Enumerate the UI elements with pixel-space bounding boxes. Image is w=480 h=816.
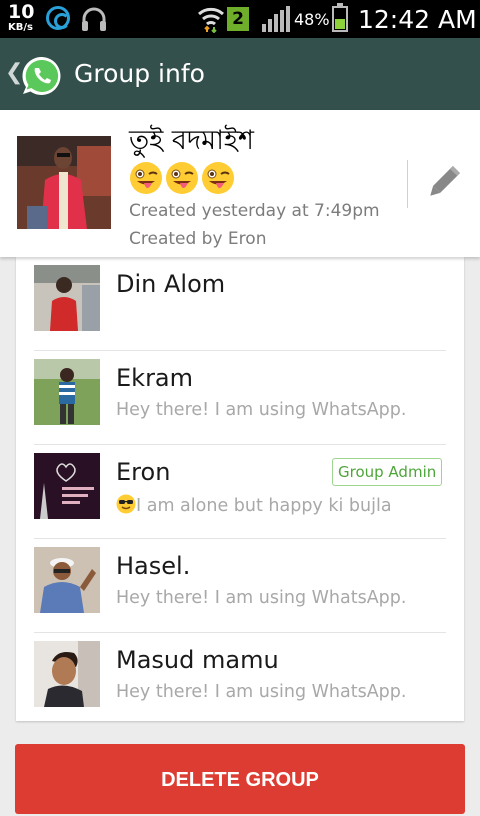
status-bar: 10 KB/s 2 48% 12:42 AM <box>0 0 480 38</box>
list-item[interactable]: Ekram Hey there! I am using WhatsApp. <box>16 351 464 445</box>
signal-icon <box>262 6 292 36</box>
app-notification-icon <box>46 6 70 30</box>
network-speed-value: 10 <box>8 1 35 23</box>
member-status: I am alone but happy ki bujla <box>136 496 392 516</box>
avatar <box>34 547 100 613</box>
member-status: Hey there! I am using WhatsApp. <box>116 588 407 608</box>
network-speed: 10 KB/s <box>8 3 34 33</box>
group-header: তুই বদমাইশ Created yesterday at 7:49pm C… <box>0 110 480 257</box>
member-status: Hey there! I am using WhatsApp. <box>116 682 407 702</box>
action-bar: ❮ Group info <box>0 38 480 110</box>
member-name: Din Alom <box>116 270 226 298</box>
clock: 12:42 AM <box>358 5 477 34</box>
group-name-emojis <box>129 161 237 197</box>
network-speed-unit: KB/s <box>8 22 33 33</box>
list-item[interactable]: Masud mamu Hey there! I am using WhatsAp… <box>16 633 464 727</box>
avatar <box>34 265 100 331</box>
tongue-wink-emoji-icon <box>201 161 235 199</box>
edit-group-button[interactable] <box>418 158 468 208</box>
headphones-icon <box>80 6 108 36</box>
member-name: Eron <box>116 458 171 486</box>
member-name: Masud mamu <box>116 646 279 674</box>
avatar <box>34 359 100 425</box>
group-admin-badge: Group Admin <box>332 458 443 486</box>
avatar <box>34 453 100 519</box>
battery-icon <box>332 3 348 32</box>
member-status: Hey there! I am using WhatsApp. <box>116 400 407 420</box>
pencil-icon <box>418 166 468 212</box>
tongue-wink-emoji-icon <box>129 161 163 199</box>
list-item[interactable]: Hasel. Hey there! I am using WhatsApp. <box>16 539 464 633</box>
divider <box>407 160 408 208</box>
whatsapp-logo-icon[interactable] <box>20 54 64 102</box>
group-photo[interactable] <box>17 136 111 229</box>
battery-percent: 48% <box>294 10 330 29</box>
page-title: Group info <box>74 59 205 88</box>
avatar <box>34 641 100 707</box>
member-name: Ekram <box>116 364 194 392</box>
wifi-icon <box>198 5 224 37</box>
group-creator: Created by Eron <box>129 229 267 249</box>
delete-group-button[interactable]: DELETE GROUP <box>15 744 465 814</box>
list-item[interactable]: Eron Group Admin I am alone but happy ki… <box>16 445 464 539</box>
group-name: তুই বদমাইশ <box>129 125 254 156</box>
participants-list: Din Alom Ekram Hey there! I am using Wha… <box>16 257 464 721</box>
sim-badge: 2 <box>227 7 249 31</box>
tongue-wink-emoji-icon <box>165 161 199 199</box>
list-item[interactable]: Din Alom <box>16 257 464 351</box>
group-created-date: Created yesterday at 7:49pm <box>129 201 380 221</box>
member-name: Hasel. <box>116 552 191 580</box>
member-status-row: I am alone but happy ki bujla <box>116 494 392 519</box>
sunglasses-emoji-icon <box>116 494 136 519</box>
